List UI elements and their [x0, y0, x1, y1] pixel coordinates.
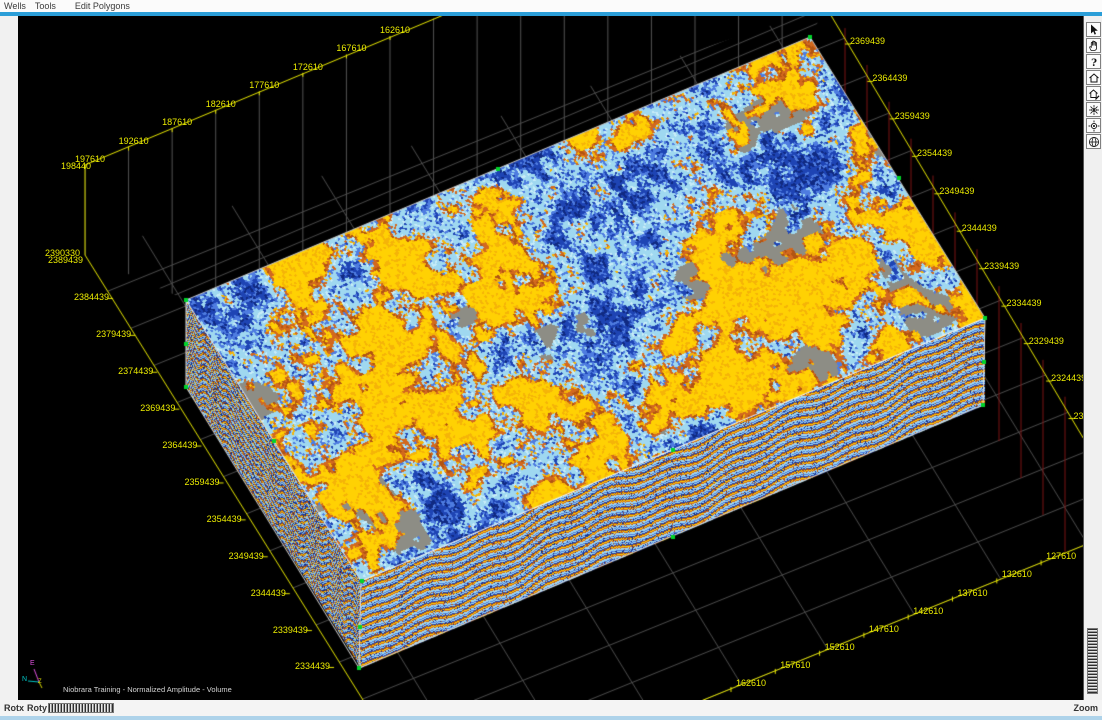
zoom-label: Zoom	[1074, 703, 1099, 713]
crosshair-icon	[1088, 120, 1100, 132]
help-button[interactable]: ?	[1086, 54, 1101, 69]
menu-bar: Wells Tools Edit Polygons	[0, 0, 1102, 12]
burst-icon	[1088, 104, 1100, 116]
orientation-axis-z-label: Z	[38, 679, 42, 686]
home-edit-icon	[1088, 88, 1100, 100]
hand-icon	[1088, 40, 1100, 52]
globe-icon	[1088, 136, 1100, 148]
camera-type-button[interactable]	[1086, 134, 1101, 149]
menu-item-edit-polygons[interactable]: Edit Polygons	[75, 1, 130, 11]
bottom-bar: Rotx Roty Zoom	[0, 700, 1102, 716]
question-mark-icon: ?	[1088, 56, 1100, 68]
orientation-axis-north-label: N	[22, 676, 27, 683]
volume-title: Niobrara Training - Normalized Amplitude…	[63, 685, 232, 694]
view-mode-button[interactable]	[1086, 38, 1101, 53]
bottom-window-edge	[0, 716, 1102, 720]
rotx-label: Rotx	[4, 703, 24, 713]
svg-text:?: ?	[1091, 58, 1097, 68]
home-icon	[1088, 72, 1100, 84]
cursor-arrow-icon	[1088, 24, 1100, 36]
roty-label: Roty	[27, 703, 47, 713]
set-home-view-button[interactable]	[1086, 86, 1101, 101]
home-view-button[interactable]	[1086, 70, 1101, 85]
zoom-thumbwheel[interactable]	[1087, 628, 1098, 694]
view-all-button[interactable]	[1086, 102, 1101, 117]
orientation-axis-east-label: E	[30, 660, 35, 667]
seismic-3d-canvas[interactable]	[18, 16, 1083, 700]
menu-item-wells[interactable]: Wells	[4, 1, 26, 11]
right-toolbar: ?	[1083, 16, 1102, 700]
roty-thumbwheel[interactable]	[48, 703, 114, 713]
menu-item-tools[interactable]: Tools	[35, 1, 56, 11]
pick-mode-button[interactable]	[1086, 22, 1101, 37]
viewport-3d[interactable]: 1626101676101726101776101826101876101926…	[18, 16, 1083, 700]
seek-button[interactable]	[1086, 118, 1101, 133]
